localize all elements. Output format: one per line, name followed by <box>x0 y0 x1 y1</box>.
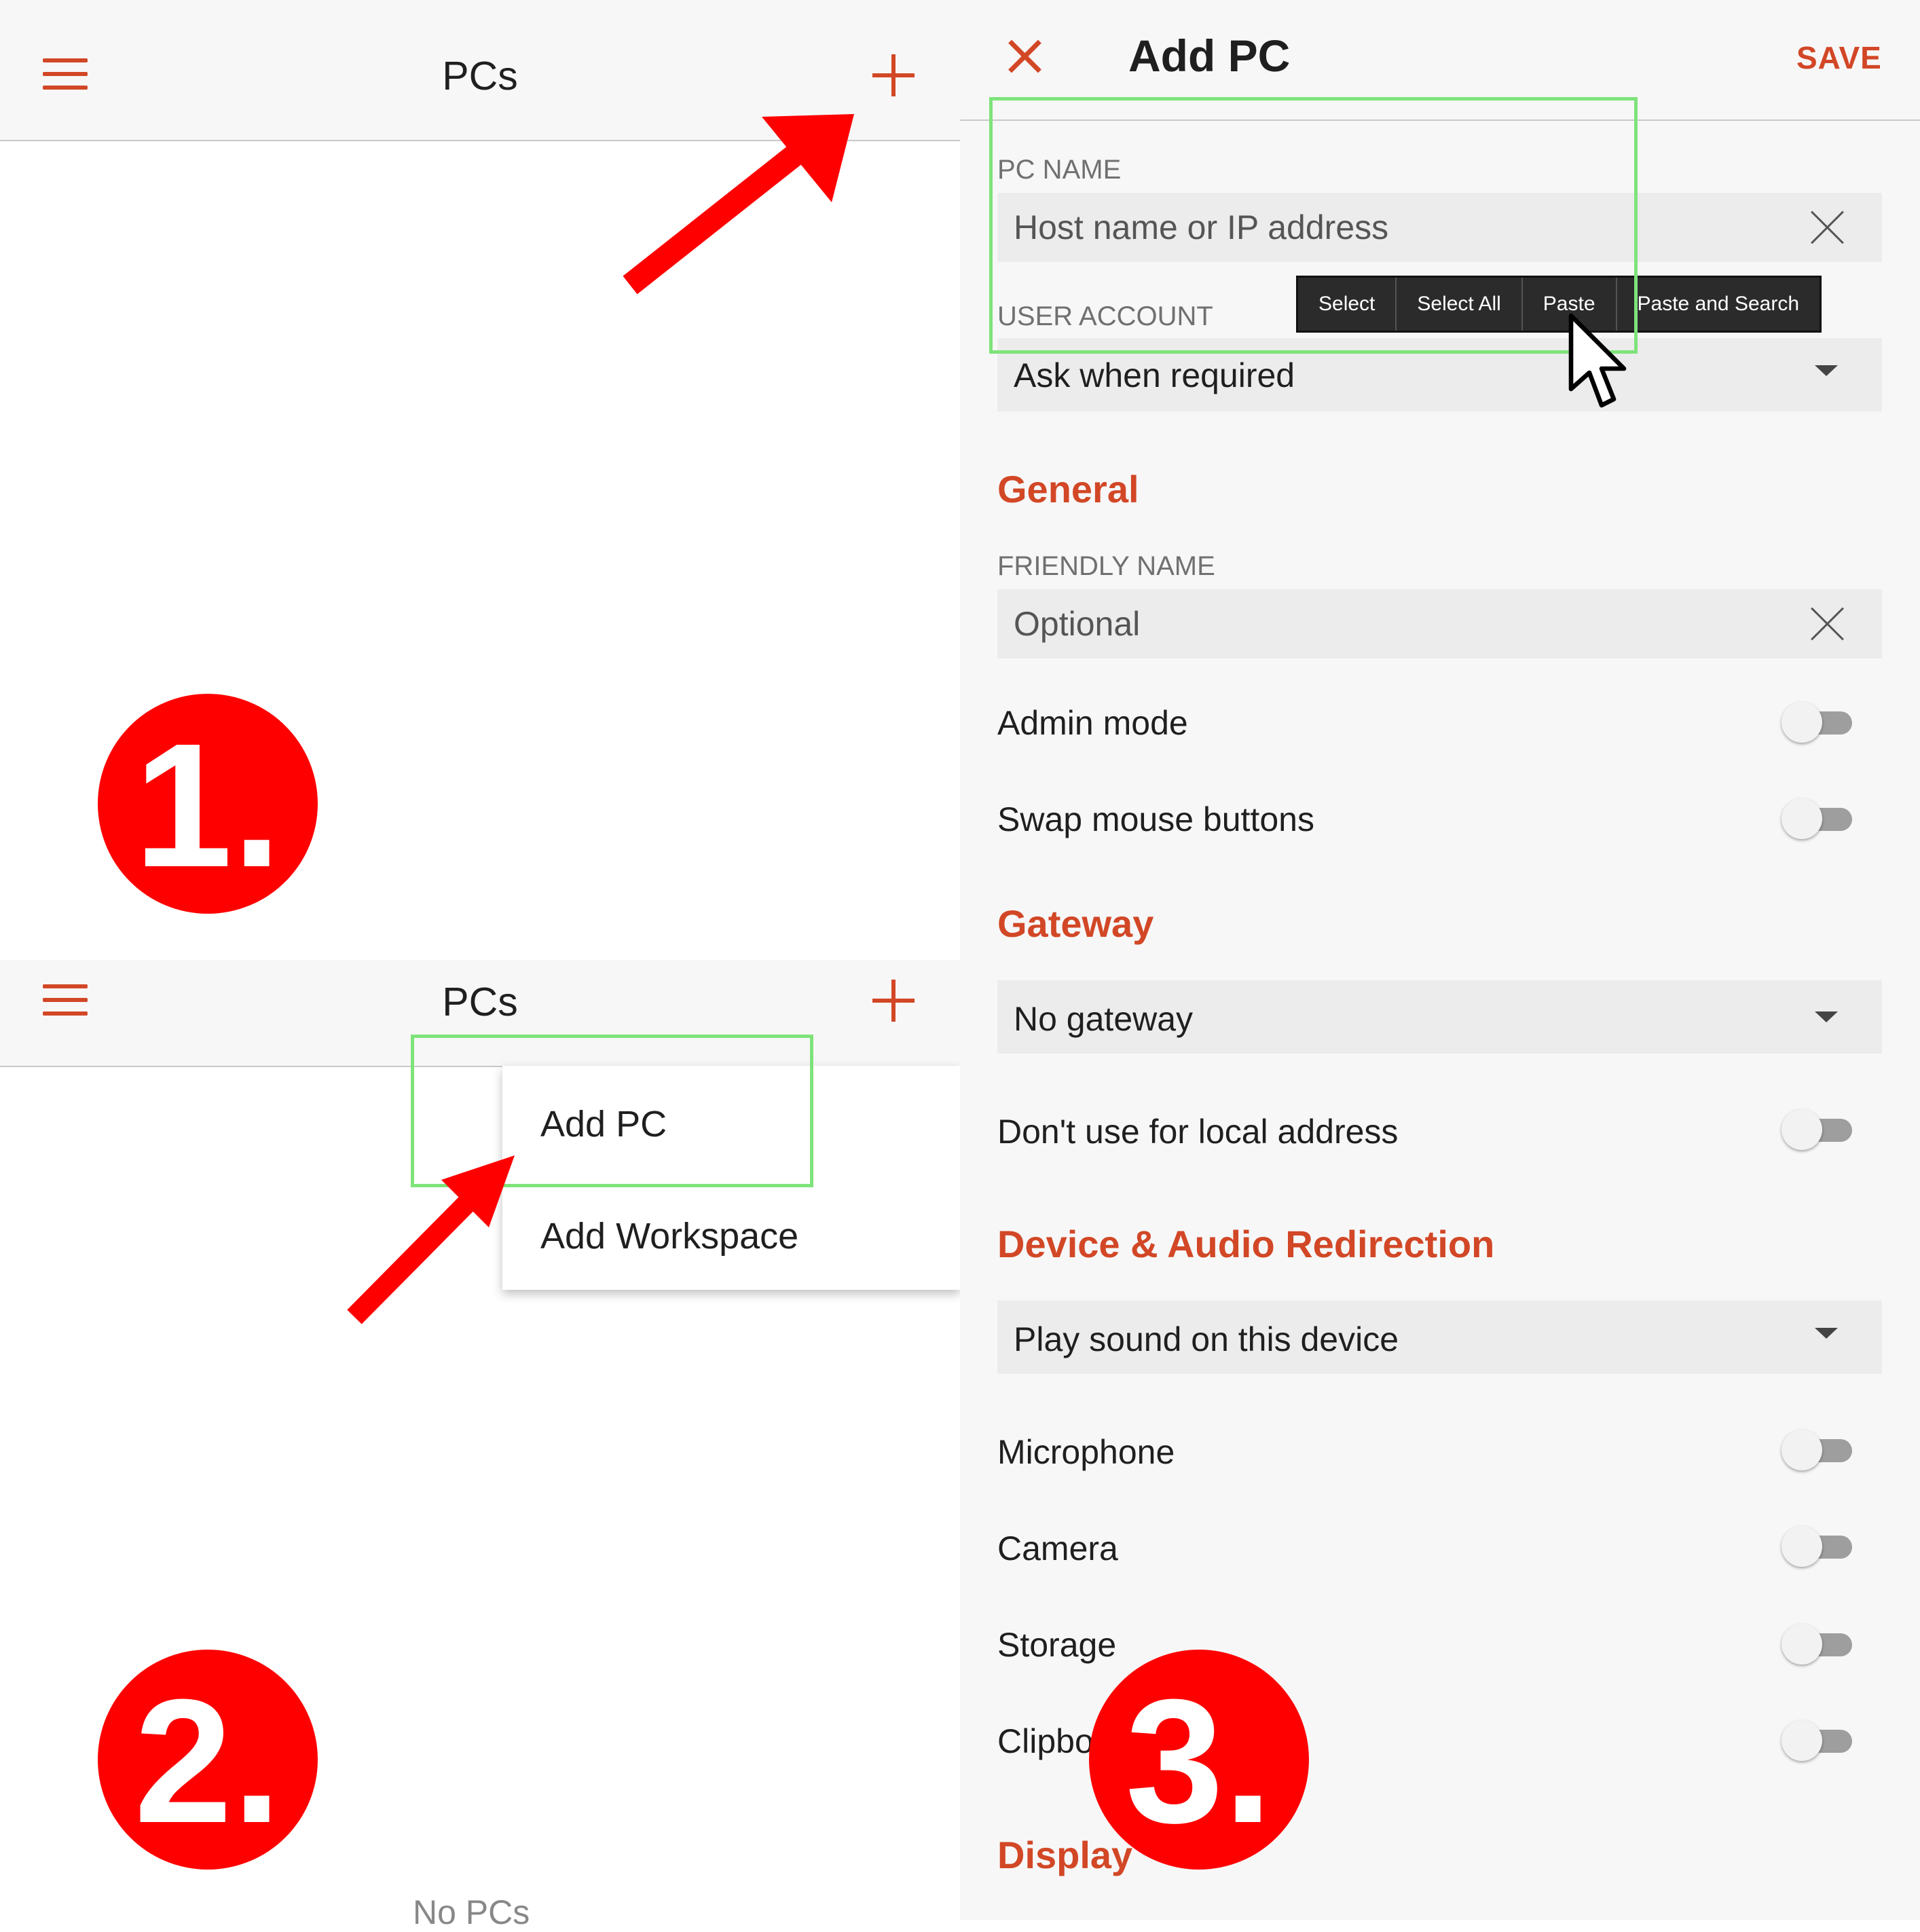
section-gateway: Gateway <box>997 902 1154 945</box>
friendly-name-placeholder: Optional <box>1014 605 1141 643</box>
sound-select[interactable]: Play sound on this device <box>997 1301 1882 1374</box>
clipboard-label: Clipbo <box>997 1722 1094 1760</box>
chevron-down-icon <box>1815 365 1838 376</box>
swap-mouse-label: Swap mouse buttons <box>997 800 1314 838</box>
mouse-cursor-icon <box>1568 313 1627 408</box>
step-badge-2: 2. <box>98 1650 318 1870</box>
context-paste-and-search[interactable]: Paste and Search <box>1617 278 1820 331</box>
storage-label: Storage <box>997 1626 1117 1664</box>
add-icon[interactable] <box>872 980 915 1022</box>
friendly-name-label: FRIENDLY NAME <box>997 551 1215 581</box>
camera-toggle[interactable] <box>1781 1526 1852 1567</box>
highlight-box <box>989 97 1638 354</box>
local-address-toggle[interactable] <box>1781 1109 1852 1150</box>
admin-mode-toggle[interactable] <box>1781 702 1852 743</box>
close-icon[interactable] <box>1006 38 1043 75</box>
annotation-arrow-icon <box>347 1155 515 1324</box>
add-pc-title: Add PC <box>1128 31 1291 81</box>
microphone-label: Microphone <box>997 1433 1175 1471</box>
gateway-value: No gateway <box>1014 1000 1194 1038</box>
section-display: Display <box>997 1834 1133 1876</box>
gateway-select[interactable]: No gateway <box>997 980 1882 1054</box>
microphone-toggle[interactable] <box>1781 1430 1852 1470</box>
admin-mode-label: Admin mode <box>997 704 1188 742</box>
swap-mouse-toggle[interactable] <box>1781 798 1852 839</box>
chevron-down-icon <box>1815 1328 1838 1339</box>
section-general: General <box>997 468 1139 510</box>
user-account-value: Ask when required <box>1014 356 1295 394</box>
panel2-page-title: PCs <box>442 980 518 1024</box>
empty-state-text: No PCs <box>413 1893 530 1931</box>
clear-icon[interactable] <box>1809 209 1846 246</box>
clear-icon[interactable] <box>1809 606 1846 642</box>
annotation-arrow-icon <box>623 114 854 295</box>
section-device-audio: Device & Audio Redirection <box>997 1223 1495 1265</box>
step-badge-1: 1. <box>98 694 318 914</box>
save-button[interactable]: SAVE <box>1796 39 1882 76</box>
friendly-name-input[interactable]: Optional <box>997 589 1882 658</box>
menu-item-add-workspace[interactable]: Add Workspace <box>502 1215 798 1257</box>
camera-label: Camera <box>997 1529 1118 1567</box>
storage-toggle[interactable] <box>1781 1624 1852 1665</box>
menu-icon[interactable] <box>43 984 88 1016</box>
chevron-down-icon <box>1815 1011 1838 1022</box>
clipboard-toggle[interactable] <box>1781 1720 1852 1761</box>
sound-value: Play sound on this device <box>1014 1320 1399 1358</box>
local-address-label: Don't use for local address <box>997 1113 1399 1151</box>
step-badge-3: 3. <box>1089 1650 1309 1870</box>
